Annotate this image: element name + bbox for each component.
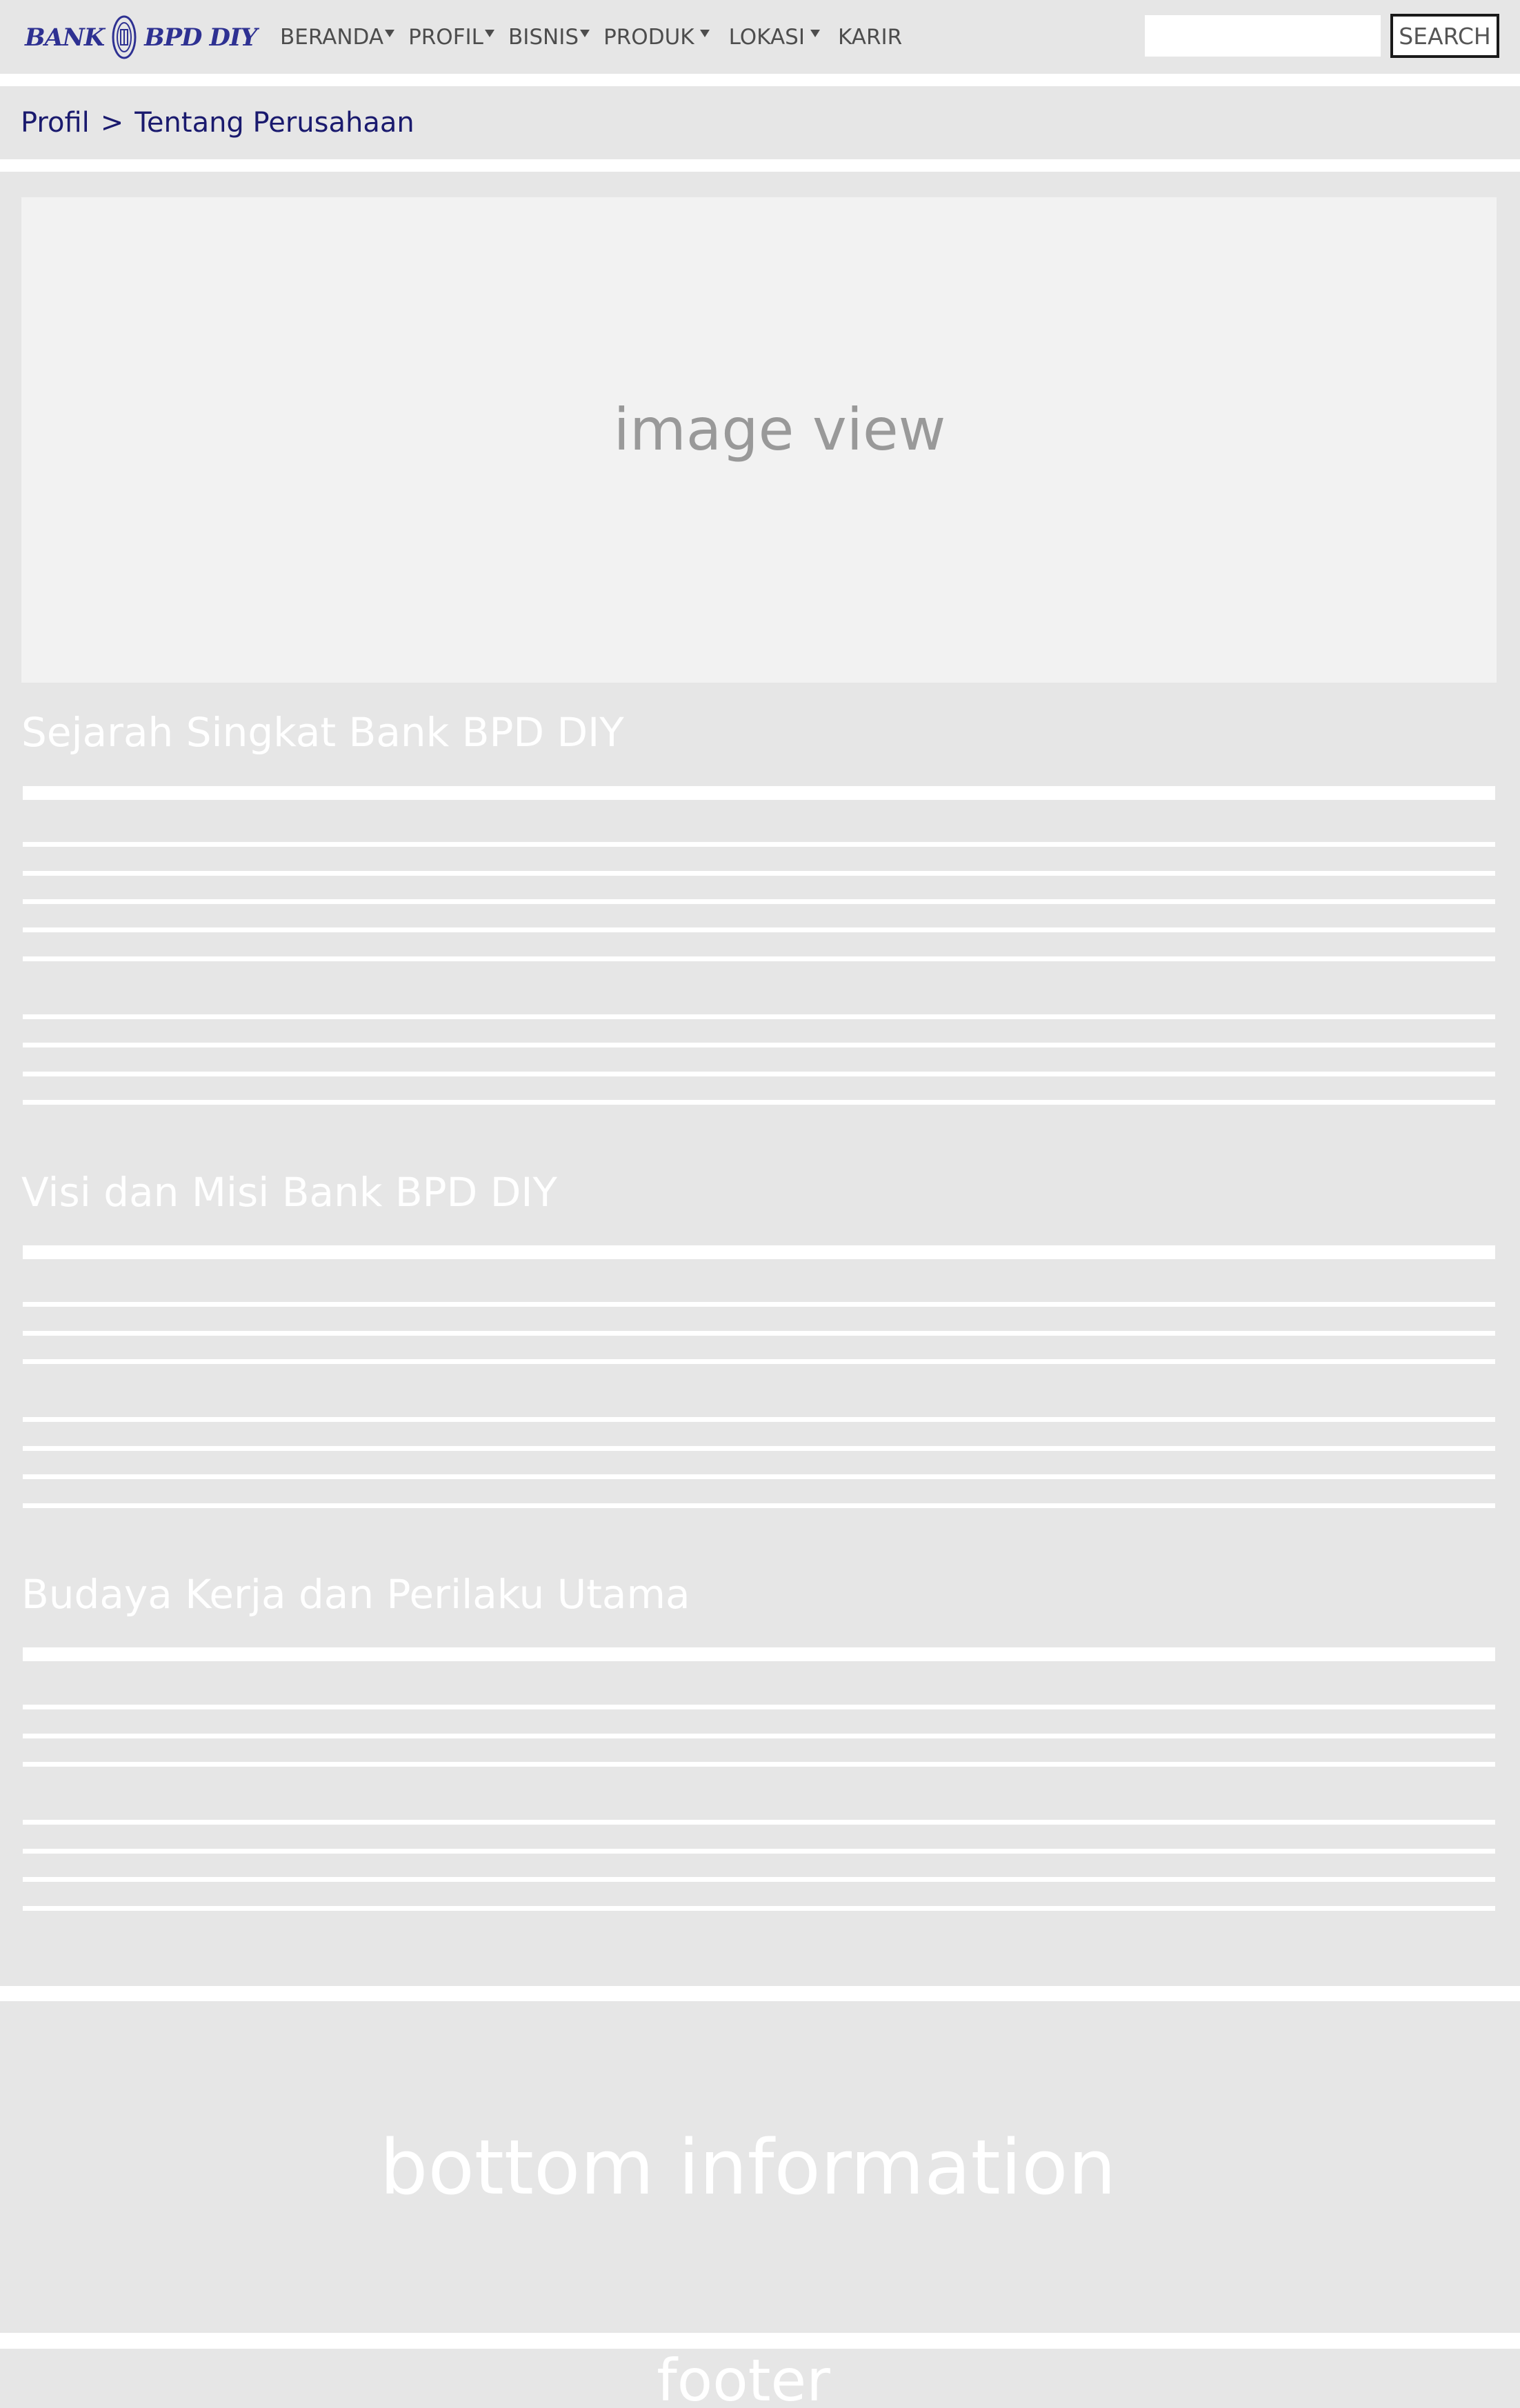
text-line-placeholder — [23, 1877, 1495, 1882]
text-line-placeholder — [23, 1503, 1495, 1508]
text-line-placeholder — [23, 899, 1495, 904]
main-nav: BERANDA PROFIL BISNIS PRODUK LOKASI KARI… — [280, 0, 916, 74]
bank-logo[interactable]: BANK BPD DIY — [25, 12, 257, 62]
nav-item-label: BISNIS — [508, 24, 579, 50]
text-line-placeholder — [23, 956, 1495, 961]
nav-item-label: KARIR — [838, 24, 903, 50]
search-button[interactable]: SEARCH — [1390, 14, 1499, 58]
section-heading-line — [23, 1647, 1495, 1661]
nav-item-label: PRODUK — [603, 24, 694, 50]
search-input[interactable] — [1145, 15, 1381, 57]
nav-item-karir[interactable]: KARIR — [838, 25, 902, 50]
section-title-sejarah: Sejarah Singkat Bank BPD DIY — [21, 709, 624, 756]
text-line-placeholder — [23, 1820, 1495, 1825]
breadcrumb-separator: > — [100, 107, 124, 139]
caret-down-icon — [385, 30, 395, 37]
bank-emblem-icon — [112, 15, 137, 59]
breadcrumb-item-current: Tentang Perusahaan — [134, 107, 414, 139]
breadcrumb-bar: Profil > Tentang Perusahaan — [0, 86, 1520, 159]
logo-text-right: BPD DIY — [144, 23, 257, 52]
top-navigation-bar: BANK BPD DIY BERANDA PROFIL BISNIS PRODU… — [0, 0, 1520, 74]
nav-item-bisnis[interactable]: BISNIS — [508, 25, 590, 50]
caret-down-icon — [810, 30, 820, 37]
footer: footer — [0, 2349, 1520, 2408]
caret-down-icon — [699, 30, 710, 37]
nav-item-label: BERANDA — [280, 24, 384, 50]
bottom-information-section: bottom information — [0, 2001, 1520, 2333]
footer-label: footer — [657, 2349, 830, 2408]
text-line-placeholder — [23, 871, 1495, 876]
caret-down-icon — [484, 30, 494, 37]
logo-text-left: BANK — [25, 23, 105, 52]
main-content: image view Sejarah Singkat Bank BPD DIY … — [0, 172, 1520, 1986]
text-line-placeholder — [23, 842, 1495, 847]
breadcrumb: Profil > Tentang Perusahaan — [21, 107, 414, 139]
nav-item-label: PROFIL — [408, 24, 483, 50]
text-line-placeholder — [23, 1014, 1495, 1019]
text-line-placeholder — [23, 1043, 1495, 1047]
image-placeholder-label: image view — [613, 396, 946, 463]
section-heading-line — [23, 786, 1495, 800]
text-line-placeholder — [23, 1100, 1495, 1105]
text-line-placeholder — [23, 1417, 1495, 1422]
nav-item-label: LOKASI — [728, 24, 805, 50]
text-line-placeholder — [23, 1302, 1495, 1307]
text-line-placeholder — [23, 1705, 1495, 1709]
section-title-budaya-kerja: Budaya Kerja dan Perilaku Utama — [21, 1571, 690, 1618]
text-line-placeholder — [23, 927, 1495, 932]
nav-item-lokasi[interactable]: LOKASI — [729, 25, 820, 50]
text-line-placeholder — [23, 1734, 1495, 1738]
hero-image-placeholder: image view — [21, 197, 1497, 683]
text-line-placeholder — [23, 1762, 1495, 1767]
text-line-placeholder — [23, 1849, 1495, 1854]
text-line-placeholder — [23, 1359, 1495, 1364]
bottom-information-label: bottom information — [379, 2123, 1117, 2211]
breadcrumb-item-profil[interactable]: Profil — [21, 107, 90, 139]
nav-item-profil[interactable]: PROFIL — [408, 25, 494, 50]
section-heading-line — [23, 1245, 1495, 1259]
nav-item-beranda[interactable]: BERANDA — [280, 24, 395, 50]
text-line-placeholder — [23, 1331, 1495, 1336]
text-line-placeholder — [23, 1906, 1495, 1911]
text-line-placeholder — [23, 1446, 1495, 1451]
section-title-visi-misi: Visi dan Misi Bank BPD DIY — [21, 1169, 557, 1216]
text-line-placeholder — [23, 1072, 1495, 1076]
nav-item-produk[interactable]: PRODUK — [603, 25, 710, 50]
text-line-placeholder — [23, 1474, 1495, 1479]
caret-down-icon — [580, 30, 590, 37]
